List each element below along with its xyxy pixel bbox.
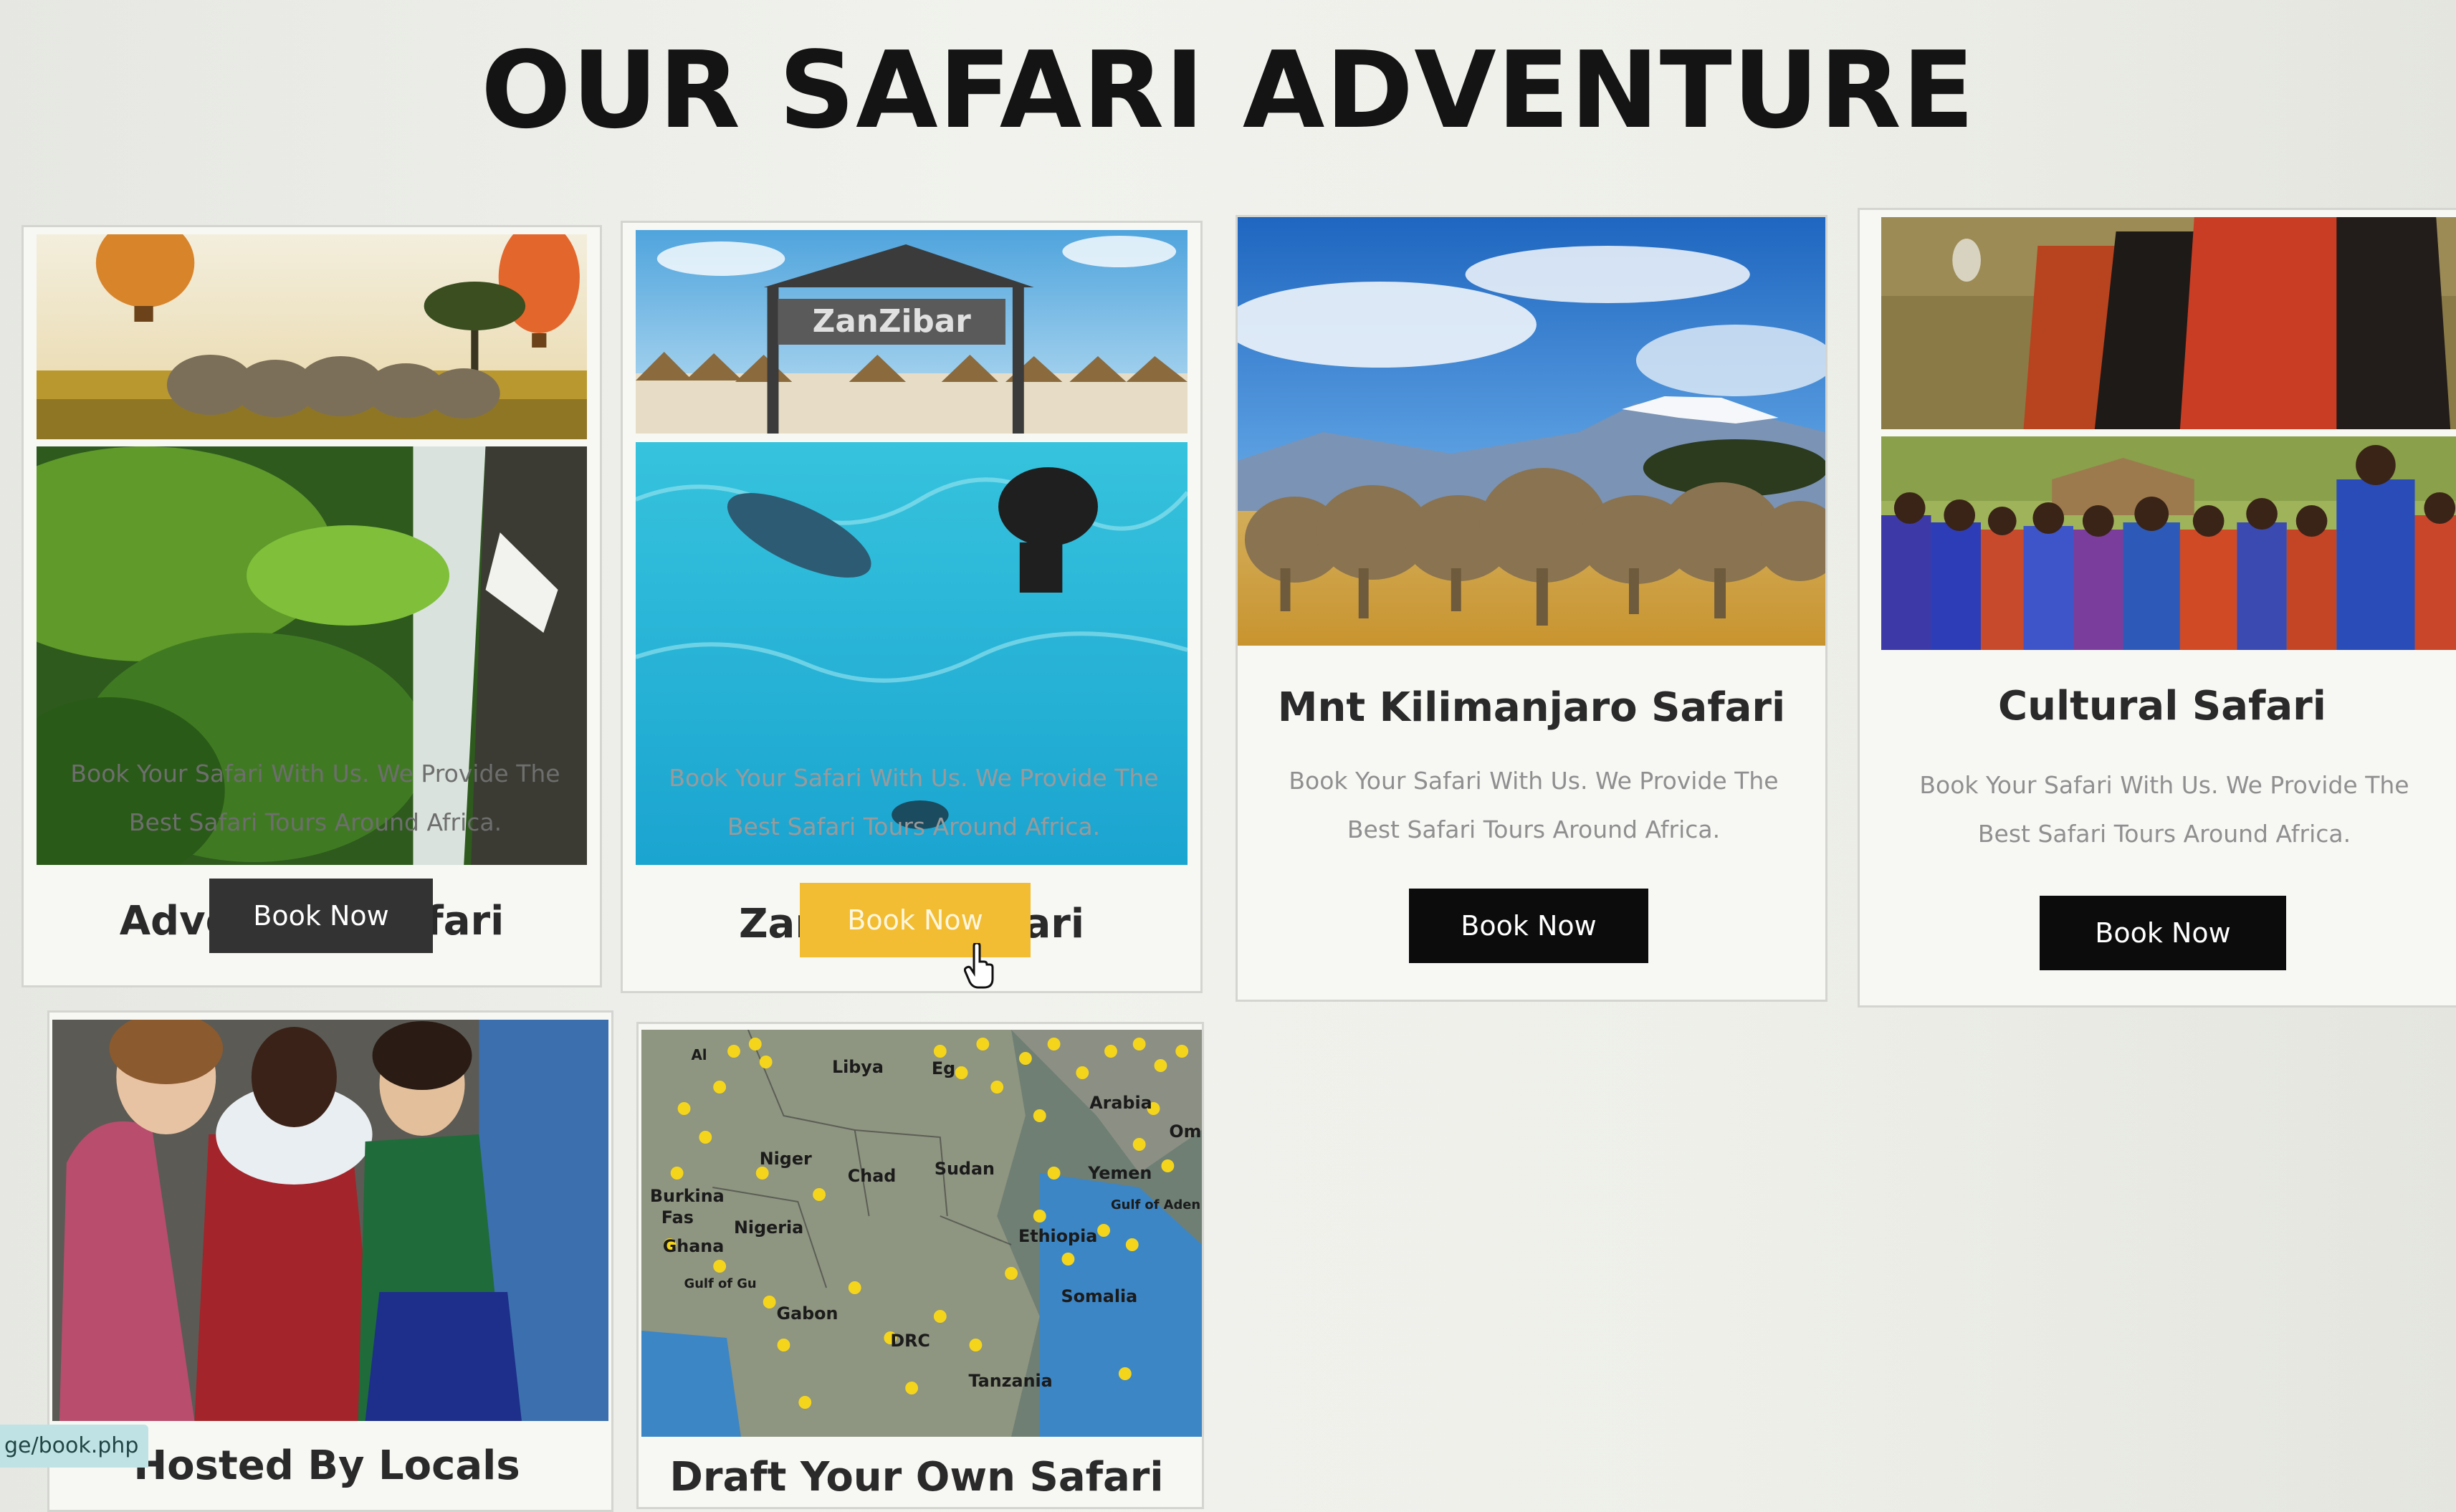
- status-bar-url: ge/book.php: [0, 1425, 149, 1468]
- page-title: OUR SAFARI ADVENTURE: [481, 29, 1975, 152]
- map-label: Eg: [932, 1058, 955, 1078]
- map-label: Burkina: [650, 1186, 725, 1206]
- kilimanjaro-elephants-photo: [1238, 217, 1825, 646]
- balloons-elephants-photo: [37, 234, 587, 439]
- card-description: Book Your Safari With Us. We Provide The…: [669, 764, 1159, 841]
- card-description: Book Your Safari With Us. We Provide The…: [1919, 771, 2409, 848]
- zanzibar-sign-text: ZanZibar: [813, 303, 971, 340]
- book-now-button-zanzibar[interactable]: Book Now: [800, 883, 1031, 957]
- book-now-button-kilimanjaro[interactable]: Book Now: [1409, 889, 1648, 963]
- map-label: Nigeria: [734, 1217, 803, 1238]
- map-label: Tanzania: [968, 1371, 1052, 1391]
- book-now-button-adventure[interactable]: Book Now: [209, 879, 433, 953]
- maasai-people-photo: [1881, 436, 2456, 650]
- map-label: Gulf of Aden: [1111, 1197, 1200, 1212]
- book-now-button-cultural[interactable]: Book Now: [2040, 896, 2286, 970]
- map-label: Ghana: [663, 1236, 725, 1256]
- map-label: Om: [1169, 1121, 1201, 1142]
- map-label: Arabia: [1089, 1093, 1152, 1113]
- card-adventure-safari: Adventure Safari: [21, 225, 602, 987]
- card-description: Book Your Safari With Us. We Provide The…: [1289, 767, 1779, 843]
- map-label: Sudan: [935, 1159, 995, 1179]
- card-draft-your-own-safari: Libya Eg Arabia Om Niger Chad Sudan Yeme…: [636, 1022, 1204, 1509]
- map-label: Somalia: [1061, 1286, 1138, 1306]
- maasai-dance-photo: [1881, 217, 2456, 429]
- card-description: Book Your Safari With Us. We Provide The…: [70, 760, 560, 836]
- map-label: Libya: [832, 1057, 884, 1077]
- map-label: DRC: [890, 1331, 930, 1351]
- card-zanzibar-safari: ZanZibar Zanzibar Safari: [621, 221, 1203, 993]
- map-label: Ethiopia: [1018, 1226, 1097, 1246]
- map-label: Niger: [760, 1149, 812, 1169]
- map-label: Chad: [848, 1166, 897, 1186]
- card-image-cultural: [1881, 217, 2456, 650]
- card-kilimanjaro-safari: Mnt Kilimanjaro Safari: [1236, 215, 1827, 1002]
- hosted-locals-photo: [52, 1020, 608, 1421]
- card-cultural-safari: Cultural Safari: [1858, 208, 2456, 1008]
- map-label: Gulf of Gu: [684, 1276, 757, 1291]
- map-label: Fas: [661, 1207, 694, 1228]
- zanzibar-beach-sign-photo: ZanZibar: [636, 230, 1188, 434]
- card-title: Mnt Kilimanjaro Safari: [1277, 684, 1786, 731]
- card-title: Cultural Safari: [1998, 683, 2326, 729]
- card-title: Draft Your Own Safari: [669, 1454, 1164, 1501]
- map-label: Al: [691, 1047, 707, 1063]
- map-label: Gabon: [777, 1303, 838, 1324]
- hand-cursor-icon: [964, 943, 994, 989]
- flight-map-image: Libya Eg Arabia Om Niger Chad Sudan Yeme…: [641, 1030, 1202, 1437]
- map-label: Yemen: [1087, 1163, 1152, 1183]
